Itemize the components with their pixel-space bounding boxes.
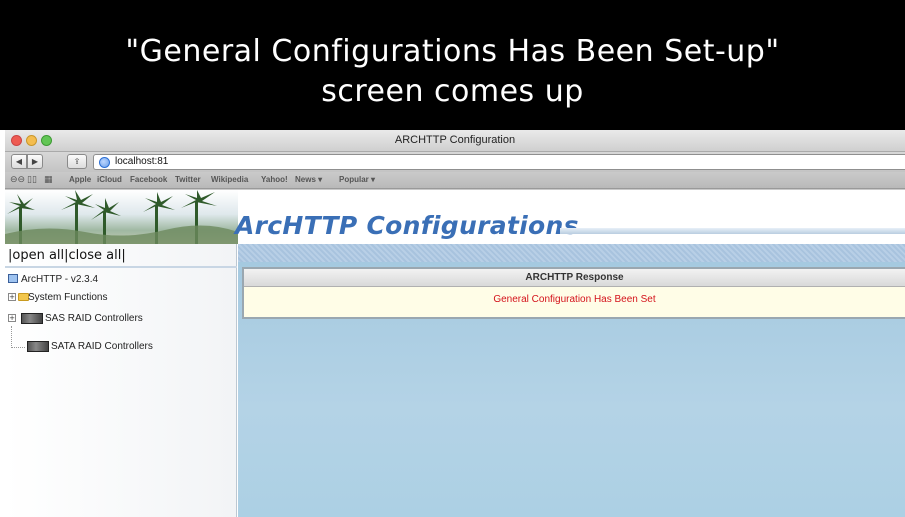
bookmarks-book-icon[interactable]: ▯▯ (27, 175, 37, 185)
open-close-all-links[interactable]: |open all|close all| (8, 248, 126, 263)
expand-plus-icon[interactable]: + (8, 293, 16, 301)
bookmark-popular[interactable]: Popular ▾ (339, 175, 375, 184)
header-decoration (560, 228, 905, 234)
bookmark-twitter[interactable]: Twitter (175, 175, 201, 184)
raid-card-icon (27, 341, 49, 352)
back-button[interactable]: ◀ (11, 154, 27, 169)
caption-banner: "General Configurations Has Been Set-up"… (0, 0, 905, 130)
main-top-bar (238, 244, 905, 262)
address-bar[interactable]: localhost:81 (93, 154, 905, 170)
share-button[interactable]: ⇪ (67, 154, 87, 169)
window-title: ARCHTTP Configuration (394, 134, 516, 146)
raid-card-icon (21, 313, 43, 324)
tree-item-version[interactable]: ArcHTTP - v2.3.4 (21, 274, 98, 285)
expand-plus-icon[interactable]: + (8, 314, 16, 322)
address-text: localhost:81 (115, 156, 169, 167)
response-header: ARCHTTP Response (244, 269, 905, 287)
page-header: ArcHTTP Configurations (5, 190, 905, 244)
title-bar: ARCHTTP Configuration (5, 130, 905, 152)
browser-window: ARCHTTP Configuration ◀ ▶ ⇪ localhost:81… (5, 130, 905, 517)
response-title: ARCHTTP Response (525, 272, 624, 283)
tree-item-sas-raid-controllers[interactable]: SAS RAID Controllers (45, 313, 143, 324)
main-panel: ARCHTTP Response General Configuration H… (238, 244, 905, 517)
bookmark-facebook[interactable]: Facebook (130, 175, 167, 184)
top-sites-grid-icon[interactable]: ▦ (44, 175, 53, 185)
bookmark-news[interactable]: News ▾ (295, 175, 322, 184)
reading-list-icon[interactable]: ⊖⊖ (10, 175, 25, 185)
bookmark-icloud[interactable]: iCloud (97, 175, 122, 184)
sidebar-tree: |open all|close all| ArcHTTP - v2.3.4 + … (5, 244, 237, 517)
sidebar-divider (5, 266, 237, 268)
tree-connector-line (11, 326, 25, 348)
bookmark-yahoo[interactable]: Yahoo! (261, 175, 288, 184)
globe-icon (99, 157, 110, 168)
browser-toolbar: ◀ ▶ ⇪ localhost:81 (5, 152, 905, 172)
bookmark-apple[interactable]: Apple (69, 175, 91, 184)
tree-item-system-functions[interactable]: System Functions (28, 292, 107, 303)
response-panel: ARCHTTP Response General Configuration H… (242, 267, 905, 319)
bookmarks-bar: ⊖⊖ ▯▯ ▦ Apple iCloud Facebook Twitter Wi… (5, 172, 905, 189)
page-title: ArcHTTP Configurations (235, 211, 579, 240)
tree-item-sata-raid-controllers[interactable]: SATA RAID Controllers (51, 341, 153, 352)
palm-tree-banner (5, 190, 238, 244)
caption-line-2: screen comes up (321, 74, 584, 109)
bookmark-wikipedia[interactable]: Wikipedia (211, 175, 248, 184)
caption-line-1: "General Configurations Has Been Set-up" (125, 34, 780, 69)
response-message: General Configuration Has Been Set (493, 294, 656, 305)
forward-button[interactable]: ▶ (27, 154, 43, 169)
computer-icon (8, 274, 18, 283)
web-page: ArcHTTP Configurations |open all|close a… (5, 190, 905, 517)
